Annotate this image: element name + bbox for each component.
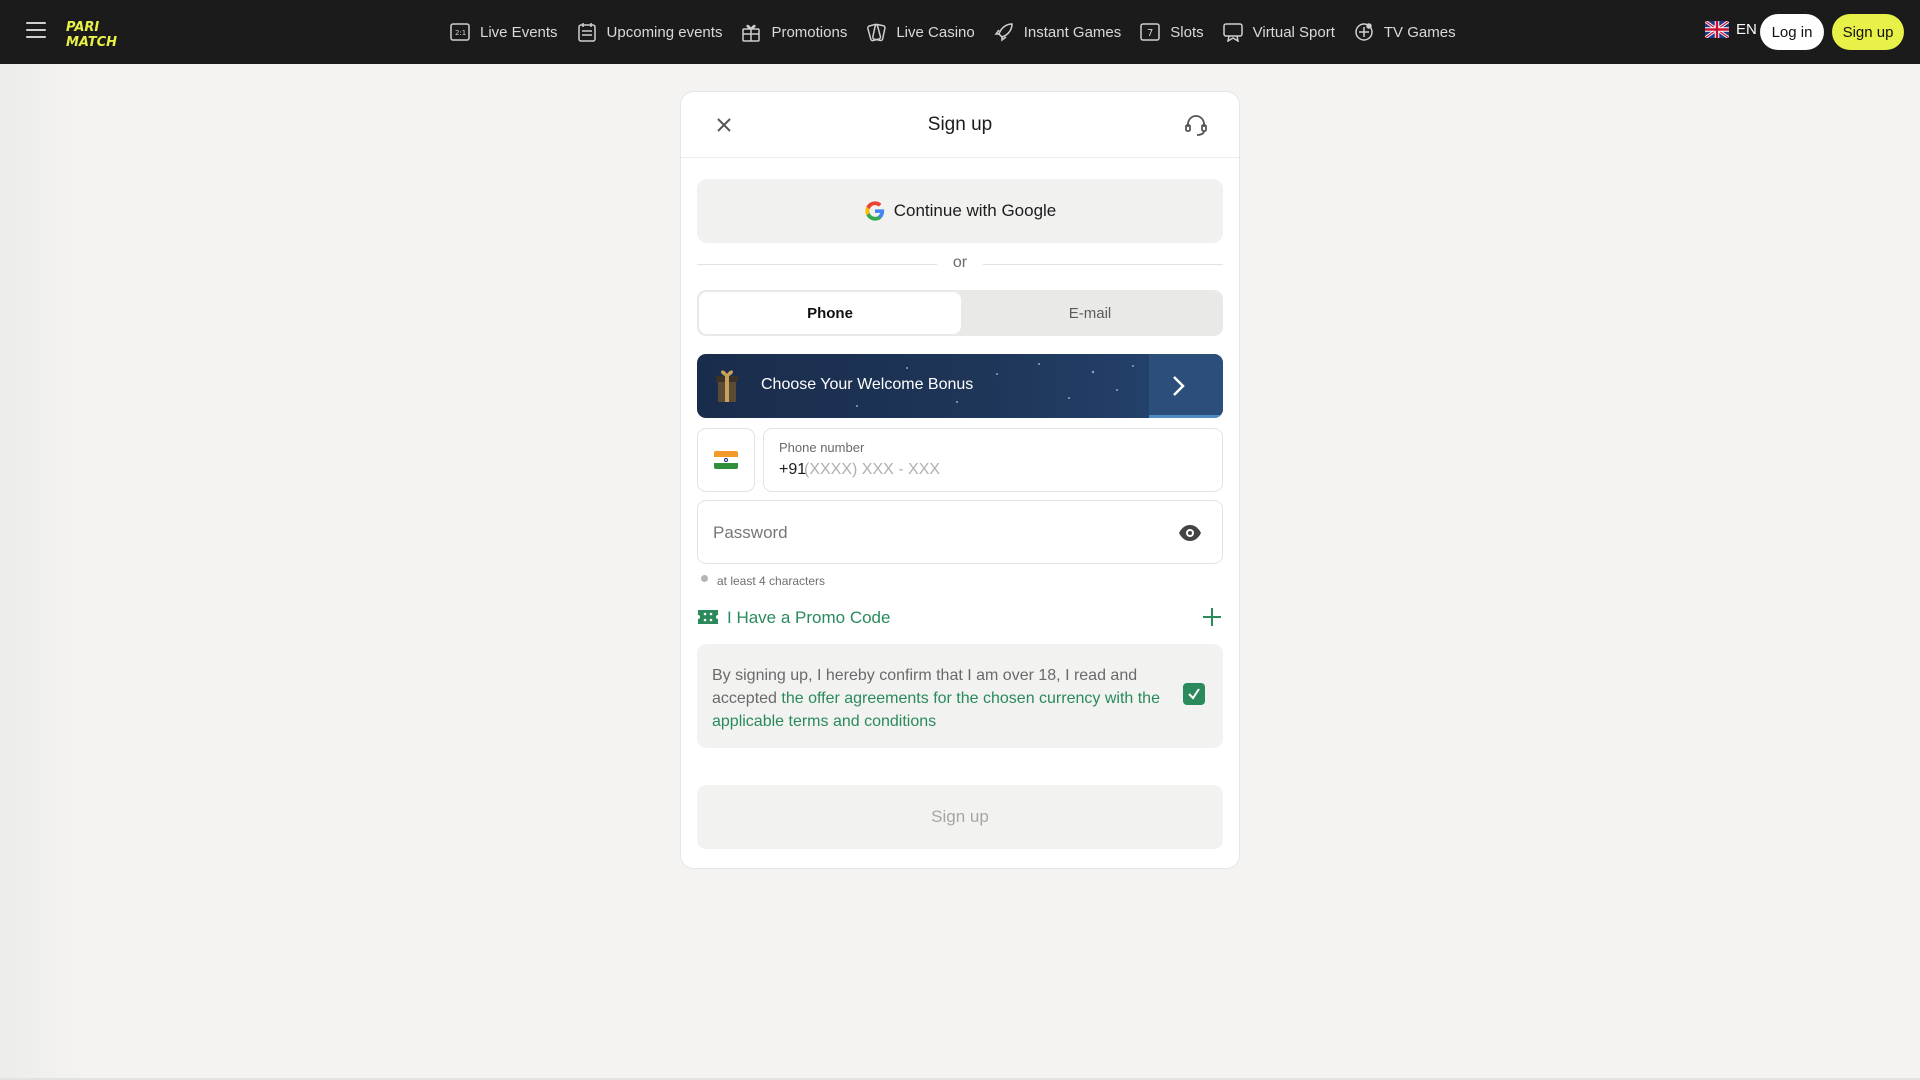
parimatch-logo[interactable]: PARI MATCH (64, 18, 144, 48)
gift-box-icon (716, 370, 738, 402)
nav-live-events[interactable]: 2:1 Live Events (449, 21, 558, 43)
nav-label: Slots (1170, 23, 1204, 41)
promo-code-label: I Have a Promo Code (727, 608, 891, 627)
google-icon (865, 201, 884, 221)
language-code: EN (1736, 21, 1757, 38)
login-button[interactable]: Log in (1760, 14, 1824, 50)
calendar-icon (576, 21, 598, 43)
india-flag-icon (714, 451, 738, 469)
nav-label: Upcoming events (606, 23, 723, 41)
nav-label: Live Casino (896, 23, 975, 41)
header-signup-button[interactable]: Sign up (1832, 14, 1904, 50)
signup-submit-button[interactable]: Sign up (697, 785, 1223, 849)
nav-tv-games[interactable]: TV Games (1353, 21, 1456, 43)
or-label: or (952, 254, 968, 271)
language-selector[interactable]: EN (1705, 21, 1757, 38)
phone-input[interactable] (804, 459, 1184, 481)
signup-modal: Sign up Continue with Google or Phone E-… (680, 91, 1240, 869)
gift-icon (740, 21, 762, 43)
nav-label: TV Games (1383, 23, 1456, 41)
terms-checkbox[interactable] (1183, 683, 1205, 705)
svg-text:PARI: PARI (66, 20, 99, 35)
password-input[interactable] (713, 521, 1153, 545)
top-header: PARI MATCH 2:1 Live Events Upcoming even… (0, 0, 1920, 64)
google-signin-button[interactable]: Continue with Google (697, 179, 1223, 243)
bullet-icon (701, 574, 708, 582)
phone-field-label: Phone number (779, 440, 865, 455)
or-divider: or (697, 254, 1223, 274)
country-code-selector[interactable] (697, 428, 755, 492)
menu-icon[interactable] (26, 22, 46, 40)
nav-slots[interactable]: 7 Slots (1139, 21, 1204, 43)
modal-title: Sign up (927, 114, 993, 135)
welcome-bonus-banner[interactable]: Choose Your Welcome Bonus (697, 354, 1223, 418)
nav-label: Virtual Sport (1252, 23, 1335, 41)
plus-icon[interactable] (1201, 606, 1223, 628)
phone-number-field[interactable]: Phone number +91 (763, 428, 1223, 492)
rocket-icon (993, 21, 1015, 43)
terms-agreement: By signing up, I hereby confirm that I a… (697, 644, 1223, 748)
nav-label: Promotions (771, 23, 848, 41)
nav-label: Live Events (480, 23, 558, 41)
tv-games-icon (1353, 21, 1375, 43)
bonus-label: Choose Your Welcome Bonus (761, 376, 974, 393)
nav-live-casino[interactable]: Live Casino (865, 21, 975, 43)
signup-method-tabs: Phone E-mail (697, 290, 1223, 336)
phone-prefix: +91 (779, 461, 807, 478)
check-icon (1188, 688, 1200, 700)
divider-line (983, 264, 1223, 265)
password-hint: at least 4 characters (701, 574, 825, 588)
svg-text:2:1: 2:1 (455, 29, 466, 37)
password-hint-text: at least 4 characters (717, 574, 826, 588)
eye-icon[interactable] (1178, 521, 1202, 545)
virtual-sport-icon (1222, 21, 1244, 43)
ticket-icon (698, 610, 718, 624)
uk-flag-icon (1705, 21, 1729, 38)
tab-email[interactable]: E-mail (959, 292, 1221, 334)
nav-virtual-sport[interactable]: Virtual Sport (1222, 21, 1335, 43)
google-button-label: Continue with Google (893, 201, 1057, 220)
nav-promotions[interactable]: Promotions (740, 21, 847, 43)
support-headset-icon[interactable] (1183, 112, 1209, 138)
slot-icon: 7 (1139, 21, 1161, 43)
password-field[interactable] (697, 500, 1223, 564)
modal-header: Sign up (681, 92, 1239, 158)
nav-instant-games[interactable]: Instant Games (993, 21, 1122, 43)
nav-upcoming-events[interactable]: Upcoming events (576, 21, 723, 43)
nav-label: Instant Games (1023, 23, 1122, 41)
live-events-icon: 2:1 (449, 21, 471, 43)
cards-icon (865, 21, 887, 43)
divider-line (697, 264, 937, 265)
chevron-right-icon (1173, 376, 1185, 396)
terms-text: By signing up, I hereby confirm that I a… (712, 664, 1162, 733)
tab-phone[interactable]: Phone (699, 292, 961, 334)
svg-text:MATCH: MATCH (66, 35, 117, 48)
promo-code-toggle[interactable]: I Have a Promo Code (697, 604, 1223, 632)
main-nav: 2:1 Live Events Upcoming events Promotio… (449, 0, 1474, 64)
svg-text:7: 7 (1147, 28, 1153, 39)
